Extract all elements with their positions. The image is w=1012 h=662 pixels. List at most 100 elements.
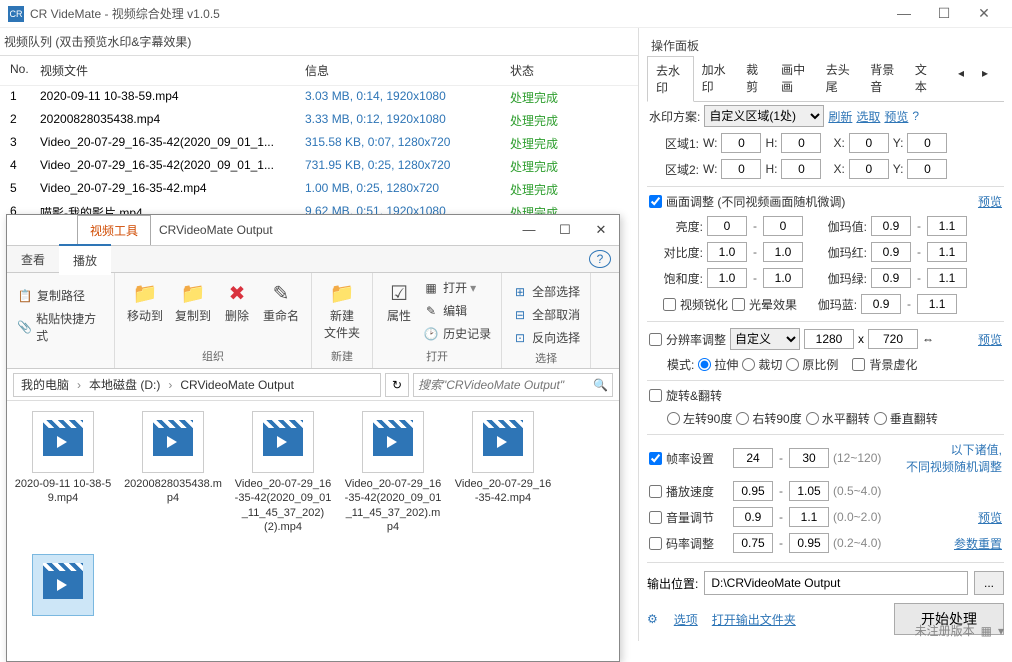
- speed-a[interactable]: [733, 481, 773, 501]
- video-row[interactable]: 5Video_20-07-29_16-35-42.mp41.00 MB, 0:2…: [0, 178, 638, 201]
- gamma-g-a[interactable]: [871, 268, 911, 288]
- rot-right[interactable]: 右转90度: [736, 410, 801, 427]
- video-row[interactable]: 3Video_20-07-29_16-35-42(2020_09_01_1...…: [0, 132, 638, 155]
- fps-check[interactable]: 帧率设置: [649, 450, 729, 467]
- explorer-minimize[interactable]: —: [511, 222, 547, 238]
- layout-icon[interactable]: ▦: [981, 624, 992, 638]
- help-icon[interactable]: ?: [912, 109, 919, 123]
- gamma-b-a[interactable]: [861, 294, 901, 314]
- tab-1[interactable]: 加水印: [694, 56, 739, 101]
- sat-b[interactable]: [763, 268, 803, 288]
- select-none-button[interactable]: ⊟全部取消: [508, 304, 584, 325]
- browse-button[interactable]: ...: [974, 571, 1004, 595]
- tab-4[interactable]: 去头尾: [818, 56, 863, 101]
- contrast-a[interactable]: [707, 242, 747, 262]
- fps-a[interactable]: [733, 448, 773, 468]
- video-row[interactable]: 4Video_20-07-29_16-35-42(2020_09_01_1...…: [0, 155, 638, 178]
- bitrate-check[interactable]: 码率调整: [649, 535, 729, 552]
- br-a[interactable]: [733, 533, 773, 553]
- select-link[interactable]: 选取: [856, 108, 880, 125]
- gamma-r-b[interactable]: [927, 242, 967, 262]
- maximize-button[interactable]: ☐: [924, 5, 964, 22]
- preview-link-3[interactable]: 预览: [978, 331, 1002, 348]
- rotate-check[interactable]: 旋转&翻转: [649, 387, 722, 404]
- halo-check[interactable]: 光晕效果: [732, 296, 797, 313]
- speed-check[interactable]: 播放速度: [649, 483, 729, 500]
- mode-stretch[interactable]: 拉伸: [698, 356, 738, 373]
- rot-left[interactable]: 左转90度: [667, 410, 732, 427]
- region1-x[interactable]: [849, 133, 889, 153]
- file-item[interactable]: 20200828035438.mp4: [123, 411, 223, 534]
- tab-3[interactable]: 画中画: [773, 56, 818, 101]
- chevron-down-icon[interactable]: ▾: [998, 624, 1004, 638]
- vol-b[interactable]: [789, 507, 829, 527]
- output-path[interactable]: [704, 571, 968, 595]
- gamma-b[interactable]: [927, 216, 967, 236]
- brightness-b[interactable]: [763, 216, 803, 236]
- paste-shortcut-button[interactable]: 📎粘贴快捷方式: [13, 308, 108, 346]
- tab-right-icon[interactable]: ▸: [974, 61, 996, 96]
- video-row[interactable]: 12020-09-11 10-38-59.mp43.03 MB, 0:14, 1…: [0, 86, 638, 109]
- open-button[interactable]: ▦打开▾: [419, 277, 495, 298]
- region1-y[interactable]: [907, 133, 947, 153]
- swap-icon[interactable]: ⇔: [922, 332, 934, 346]
- resolution-check[interactable]: 分辨率调整: [649, 331, 726, 348]
- breadcrumb[interactable]: 我的电脑› 本地磁盘 (D:)› CRVideoMate Output: [13, 373, 381, 397]
- rename-button[interactable]: ✎重命名: [257, 277, 305, 326]
- file-item[interactable]: Video_20-07-29_16-35-42(2020_09_01_11_45…: [343, 411, 443, 534]
- select-all-button[interactable]: ⊞全部选择: [508, 281, 584, 302]
- contrast-b[interactable]: [763, 242, 803, 262]
- delete-button[interactable]: ✖删除: [217, 277, 257, 326]
- region2-y[interactable]: [907, 159, 947, 179]
- menu-view[interactable]: 查看: [7, 245, 59, 274]
- gamma-r-a[interactable]: [871, 242, 911, 262]
- minimize-button[interactable]: —: [884, 5, 924, 22]
- region1-h[interactable]: [781, 133, 821, 153]
- file-item[interactable]: Video_20-07-29_16-35-42.mp4: [453, 411, 553, 534]
- file-item[interactable]: [13, 554, 113, 616]
- close-button[interactable]: ✕: [964, 5, 1004, 22]
- search-box[interactable]: 🔍: [413, 373, 613, 397]
- vol-a[interactable]: [733, 507, 773, 527]
- br-b[interactable]: [789, 533, 829, 553]
- help-icon[interactable]: ?: [589, 250, 611, 268]
- preview-link[interactable]: 预览: [884, 108, 908, 125]
- video-row[interactable]: 220200828035438.mp43.33 MB, 0:12, 1920x1…: [0, 109, 638, 132]
- copy-path-button[interactable]: 📋复制路径: [13, 285, 108, 306]
- res-h[interactable]: [868, 329, 918, 349]
- watermark-scheme-select[interactable]: 自定义区域(1处): [704, 105, 824, 127]
- sharpen-check[interactable]: 视频锐化: [663, 296, 728, 313]
- brightness-a[interactable]: [707, 216, 747, 236]
- bg-blur-check[interactable]: 背景虚化: [852, 356, 917, 373]
- region2-x[interactable]: [849, 159, 889, 179]
- tab-2[interactable]: 裁剪: [738, 56, 773, 101]
- explorer-close[interactable]: ✕: [583, 222, 619, 238]
- res-w[interactable]: [804, 329, 854, 349]
- gamma-b-b[interactable]: [917, 294, 957, 314]
- volume-check[interactable]: 音量调节: [649, 509, 729, 526]
- mode-ratio[interactable]: 原比例: [786, 356, 838, 373]
- gamma-g-b[interactable]: [927, 268, 967, 288]
- tab-0[interactable]: 去水印: [647, 56, 694, 102]
- refresh-button[interactable]: ↻: [385, 373, 409, 397]
- tab-6[interactable]: 文本: [907, 56, 942, 101]
- copy-to-button[interactable]: 📁复制到: [169, 277, 217, 326]
- properties-button[interactable]: ☑属性: [379, 277, 419, 326]
- open-output-link[interactable]: 打开输出文件夹: [712, 611, 796, 628]
- explorer-tab-video-tools[interactable]: 视频工具: [77, 215, 151, 245]
- mode-crop[interactable]: 裁切: [742, 356, 782, 373]
- invert-selection-button[interactable]: ⊡反向选择: [508, 327, 584, 348]
- flip-h[interactable]: 水平翻转: [806, 410, 870, 427]
- fps-b[interactable]: [789, 448, 829, 468]
- tab-5[interactable]: 背景音: [862, 56, 907, 101]
- tab-left-icon[interactable]: ◂: [950, 61, 972, 96]
- reset-params-link[interactable]: 参数重置: [954, 535, 1002, 552]
- menu-play[interactable]: 播放: [59, 244, 111, 275]
- resolution-mode-select[interactable]: 自定义: [730, 328, 800, 350]
- region2-h[interactable]: [781, 159, 821, 179]
- file-item[interactable]: Video_20-07-29_16-35-42(2020_09_01_11_45…: [233, 411, 333, 534]
- region2-w[interactable]: [721, 159, 761, 179]
- gamma-a[interactable]: [871, 216, 911, 236]
- picture-adjust-check[interactable]: 画面调整 (不同视频画面随机微调): [649, 193, 845, 210]
- history-button[interactable]: 🕑历史记录: [419, 323, 495, 344]
